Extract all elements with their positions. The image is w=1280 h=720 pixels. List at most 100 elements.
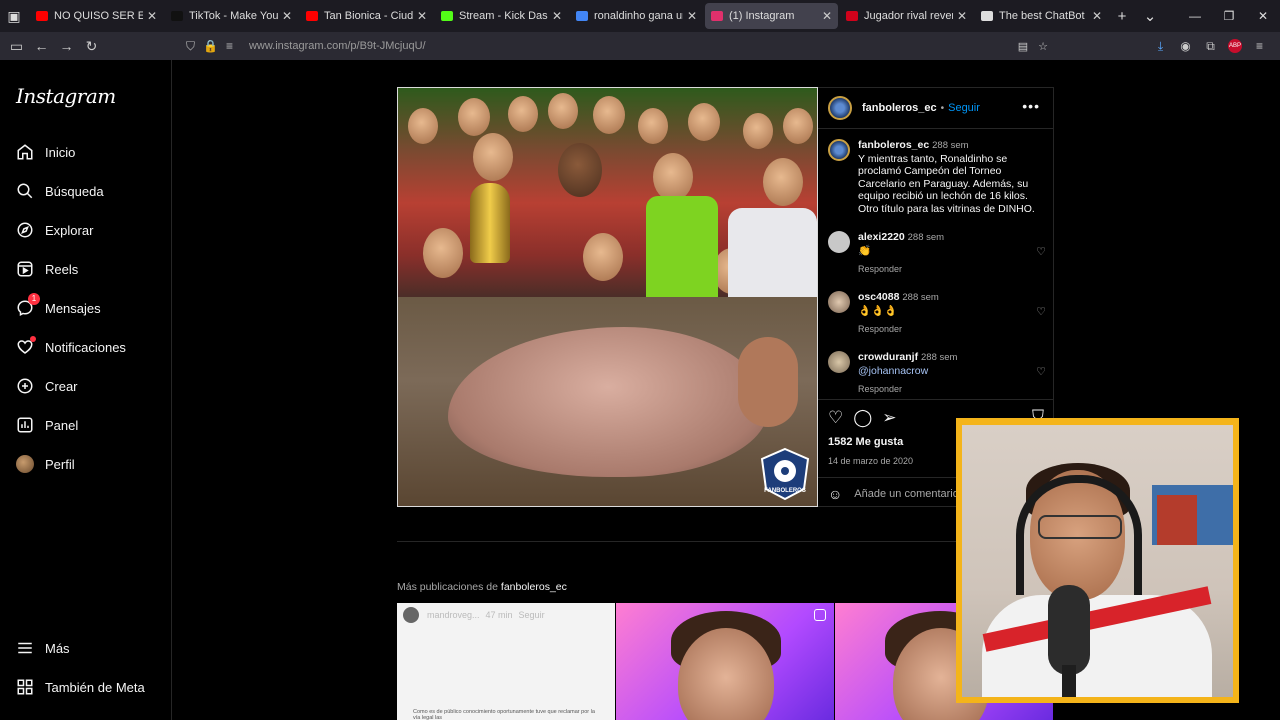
close-window-icon[interactable]: ✕ [1246,9,1280,23]
like-icon[interactable]: ♡ [828,408,843,428]
browser-tab[interactable]: TikTok - Make Your Day ✕ [165,3,298,29]
commenter-avatar[interactable] [828,351,850,373]
forward-icon[interactable]: → [54,38,79,54]
sidebar-item-label: Inicio [45,144,76,160]
emoji-icon[interactable]: ☺ [828,486,842,502]
messenger-icon: 1 [16,293,40,317]
comment-icon[interactable]: ◯ [853,408,872,428]
home-icon [16,143,34,161]
sidebar-item-explorar[interactable]: Explorar [16,218,93,242]
sidebar-item-reels[interactable]: Reels [16,257,78,281]
comment-text: 👌👌👌 [858,304,898,317]
grid-post[interactable] [616,603,834,720]
sidebar-item-meta[interactable]: También de Meta [16,675,145,699]
url-text[interactable]: www.instagram.com/p/B9t-JMcjuqU/ [249,40,426,52]
more-posts-label: Más publicaciones de fanboleros_ec [397,581,567,593]
close-tab-icon[interactable]: ✕ [282,9,292,23]
fanboleros-logo: FANBOLEROS [760,447,810,501]
close-tab-icon[interactable]: ✕ [147,9,157,23]
chevron-down-icon[interactable]: ⌄ [1136,7,1164,25]
sidebar-item-inicio[interactable]: Inicio [16,140,75,164]
more-options-icon[interactable]: ••• [1022,98,1040,114]
reply-button[interactable]: Responder [858,323,1042,336]
post-image[interactable]: FANBOLEROS [397,87,818,507]
browser-tab[interactable]: The best ChatBot and Wid ✕ [975,3,1108,29]
team-celebration-photo [398,88,817,297]
sidebar-item-label: Explorar [45,222,94,238]
new-tab-icon[interactable]: + [1108,8,1136,25]
commenter-avatar[interactable] [828,291,850,313]
browser-tab[interactable]: ronaldinho gana un lechón ✕ [570,3,703,29]
browser-tab-bar: ▣ NO QUISO SER EL MEJOR✕TikTok - Make Yo… [0,0,1280,32]
sidebar-item-perfil[interactable]: Perfil [16,452,75,476]
microphone [1048,585,1090,675]
extensions-icon[interactable]: ⧉ [1198,39,1223,54]
author-username[interactable]: fanboleros_ec [862,102,937,114]
close-tab-icon[interactable]: ✕ [957,9,967,23]
close-tab-icon[interactable]: ✕ [822,9,832,23]
comment-time: 288 sem [902,292,939,303]
comment-username[interactable]: alexi2220 [858,231,905,243]
minimize-icon[interactable]: — [1178,9,1212,23]
like-comment-icon[interactable]: ♡ [1036,245,1046,258]
grid-post-text: Como es de público conocimiento oportuna… [413,709,595,720]
browser-tab[interactable]: NO QUISO SER EL MEJOR ✕ [30,3,163,29]
tab-title: Jugador rival reverenciÃ³ a [864,10,953,22]
close-tab-icon[interactable]: ✕ [417,9,427,23]
close-tab-icon[interactable]: ✕ [552,9,562,23]
reply-button[interactable]: Responder [858,263,1042,276]
comment-mention[interactable]: @johannacrow [858,365,928,377]
sidebar-item-mensajes[interactable]: 1 Mensajes [16,293,101,320]
comment-text: 👏 [858,244,872,257]
reader-bookmark-icons[interactable]: ▤☆ [1018,40,1058,53]
reply-button[interactable]: Responder [858,383,1042,396]
author-avatar[interactable] [828,96,852,120]
close-tab-icon[interactable]: ✕ [687,9,697,23]
sidebar-item-mas[interactable]: Más [16,636,70,660]
comments-list: fanboleros_ec 288 sem Y mientras tanto, … [818,129,1054,399]
tab-list-icon[interactable]: ▣ [0,0,28,32]
like-comment-icon[interactable]: ♡ [1036,305,1046,318]
more-posts-user[interactable]: fanboleros_ec [501,581,567,593]
close-tab-icon[interactable]: ✕ [1092,9,1102,23]
avatar [16,455,34,473]
comment-time: 288 sem [921,352,958,363]
comment-username[interactable]: osc4088 [858,291,899,303]
account-icon[interactable]: ◉ [1173,39,1198,53]
caption-time: 288 sem [932,140,969,151]
sidebar-item-notificaciones[interactable]: Notificaciones [16,335,126,359]
sidebar-item-label: Crear [45,378,78,394]
comment-username[interactable]: crowduranjf [858,351,918,363]
restore-icon[interactable]: ❐ [1212,9,1246,23]
menu-icon[interactable]: ≡ [1247,39,1272,53]
download-icon[interactable]: ⤓ [1148,39,1173,54]
author-avatar[interactable] [828,139,850,161]
notification-dot [30,336,36,342]
comment-input[interactable]: Añade un comentario... [854,488,968,500]
like-count[interactable]: 1582 Me gusta [828,436,903,448]
sidebar-item-crear[interactable]: Crear [16,374,78,398]
sidebar-item-label: Perfil [45,456,75,472]
search-icon [16,182,34,200]
adblock-icon[interactable]: ABP [1228,39,1242,53]
instagram-logo[interactable]: Instagram [16,84,116,108]
sidebar-item-busqueda[interactable]: Búsqueda [16,179,104,203]
address-bar[interactable]: ⛉🔒≡ www.instagram.com/p/B9t-JMcjuqU/ ▤☆ [186,34,1066,58]
browser-tab[interactable]: (1) Instagram ✕ [705,3,838,29]
tab-title: ronaldinho gana un lechón [594,10,683,22]
meta-grid-icon [16,678,34,696]
caption-username[interactable]: fanboleros_ec [858,139,929,151]
follow-button[interactable]: Seguir [948,102,980,114]
browser-tab[interactable]: Jugador rival reverenciÃ³ a ✕ [840,3,973,29]
reload-icon[interactable]: ↻ [79,38,104,55]
sidebar-toggle-icon[interactable]: ▭ [4,38,29,55]
commenter-avatar[interactable] [828,231,850,253]
back-icon[interactable]: ← [29,38,54,54]
sidebar-item-label: Notificaciones [45,339,126,355]
browser-tab[interactable]: Tan Bionica - Ciudad Mágica ✕ [300,3,433,29]
share-icon[interactable]: ➢ [882,408,896,428]
sidebar-item-panel[interactable]: Panel [16,413,78,437]
like-comment-icon[interactable]: ♡ [1036,365,1046,378]
browser-tab[interactable]: Stream - Kick Dashboard ✕ [435,3,568,29]
grid-post[interactable]: mandroveg... 47 min Seguir Como es de pú… [397,603,615,720]
